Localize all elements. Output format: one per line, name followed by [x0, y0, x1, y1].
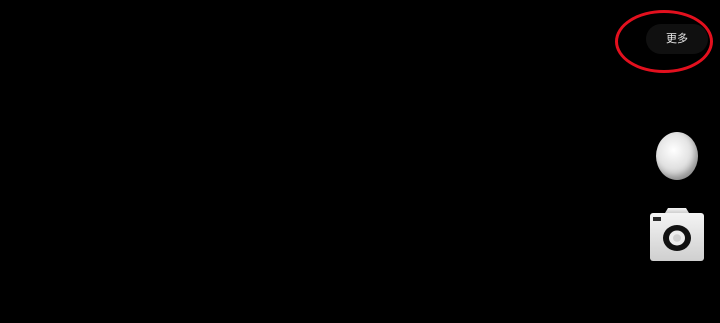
more-button[interactable]: 更多: [646, 24, 708, 54]
camera-mode-button[interactable]: [648, 207, 706, 263]
shutter-button[interactable]: [656, 132, 698, 180]
camera-icon: [650, 208, 704, 261]
camera-viewfinder[interactable]: [0, 0, 720, 323]
more-button-label: 更多: [666, 32, 688, 45]
